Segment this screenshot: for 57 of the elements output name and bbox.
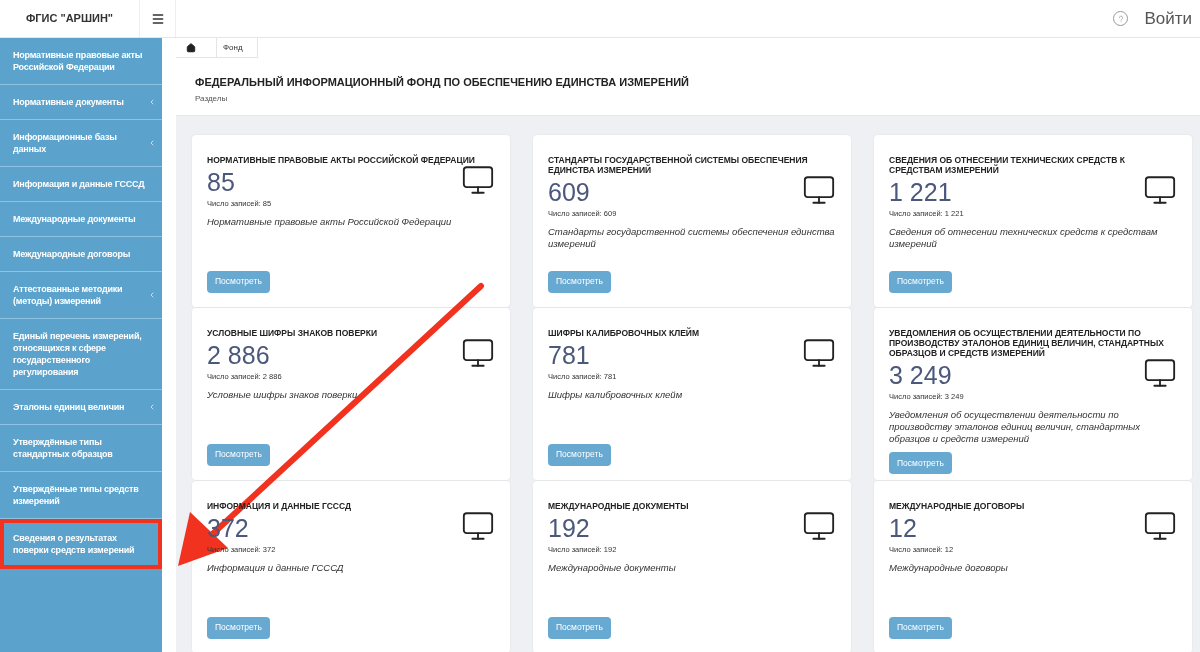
card-title: ШИФРЫ КАЛИБРОВОЧНЫХ КЛЕЙМ xyxy=(548,327,701,338)
chevron-icon xyxy=(148,139,156,147)
sidebar-item[interactable]: Нормативные правовые акты Российской Федерации xyxy=(0,38,162,85)
view-button[interactable]: Посмотреть xyxy=(207,443,270,466)
record-count: 192 xyxy=(548,512,590,543)
sidebar-item[interactable]: Утверждённые типы средств измерений xyxy=(0,472,162,519)
card-description: Международные документы xyxy=(548,561,677,574)
record-count: 609 xyxy=(548,176,590,207)
card-description: Информация и данные ГСССД xyxy=(207,561,345,574)
card-title: УСЛОВНЫЕ ШИФРЫ ЗНАКОВ ПОВЕРКИ xyxy=(207,327,379,338)
sidebar-item[interactable]: Международные договоры xyxy=(0,237,162,272)
view-button[interactable]: Посмотреть xyxy=(889,452,952,475)
breadcrumb-link[interactable]: Фонд xyxy=(216,38,257,57)
sidebar-item[interactable]: Международные документы xyxy=(0,202,162,237)
home-icon[interactable] xyxy=(186,42,196,53)
card-description: Нормативные правовые акты Российской Федерации xyxy=(207,215,453,228)
sidebar-item[interactable]: Сведения о результатах поверки средств измерений xyxy=(0,519,162,569)
login-link[interactable]: Войти xyxy=(1144,5,1192,32)
menu-icon[interactable] xyxy=(150,11,165,26)
card-description: Стандарты государственной системы обеспечения единства измерений xyxy=(548,225,836,250)
chevron-icon xyxy=(148,98,156,106)
view-button[interactable]: Посмотреть xyxy=(207,270,270,293)
sidebar-item[interactable]: Информация и данные ГСССД xyxy=(0,167,162,202)
view-button[interactable]: Посмотреть xyxy=(889,616,952,639)
page-subtitle: Разделы xyxy=(195,92,229,105)
card-title: СТАНДАРТЫ ГОСУДАРСТВЕННОЙ СИСТЕМЫ ОБЕСПЕЧЕНИЯ ЕДИНСТВА ИЗМЕРЕНИЙ xyxy=(548,154,809,175)
record-count: 781 xyxy=(548,339,590,370)
brand-title: ФГИС "АРШИН" xyxy=(25,11,114,27)
view-button[interactable]: Посмотреть xyxy=(207,616,270,639)
card-title: УВЕДОМЛЕНИЯ ОБ ОСУЩЕСТВЛЕНИИ ДЕЯТЕЛЬНОСТИ ПО ПРОИЗВОДСТВУ ЭТАЛОНОВ ЕДИНИЦ ВЕЛИЧИН, СТАНДАРТНЫХ ОБРАЗЦОВ И СРЕДСТВ ИЗМЕРЕНИЙ xyxy=(889,327,1165,358)
card-description: Шифры калибровочных клейм xyxy=(548,388,684,401)
sidebar-item[interactable]: Единый перечень измерений, относящихся к сфере государственного регулирования xyxy=(0,319,162,390)
record-count: 3 249 xyxy=(889,359,952,390)
sidebar-item[interactable]: Аттестованные методики (методы) измерений xyxy=(0,272,162,319)
card-description: Уведомления об осуществлении деятельности по производству эталонов единиц величин, стандартных образцов и средств измерений xyxy=(889,408,1141,445)
view-button[interactable]: Посмотреть xyxy=(889,270,952,293)
sidebar-item[interactable]: Нормативные документы xyxy=(0,85,162,120)
view-button[interactable]: Посмотреть xyxy=(548,443,611,466)
card-description: Сведения об отнесении технических средств к средствам измерений xyxy=(889,225,1159,250)
record-count: 2 886 xyxy=(207,339,270,370)
sidebar-item[interactable]: Эталоны единиц величин xyxy=(0,390,162,425)
chevron-icon xyxy=(148,291,156,299)
sidebar-item[interactable]: Утверждённые типы стандартных образцов xyxy=(0,425,162,472)
view-button[interactable]: Посмотреть xyxy=(548,616,611,639)
view-button[interactable]: Посмотреть xyxy=(548,270,611,293)
card-description: Условные шифры знаков поверки xyxy=(207,388,359,401)
card-title: НОРМАТИВНЫЕ ПРАВОВЫЕ АКТЫ РОССИЙСКОЙ ФЕДЕРАЦИИ xyxy=(207,154,476,165)
page-title: ФЕДЕРАЛЬНЫЙ ИНФОРМАЦИОННЫЙ ФОНД ПО ОБЕСПЕЧЕНИЮ ЕДИНСТВА ИЗМЕРЕНИЙ xyxy=(195,75,690,90)
card-title: МЕЖДУНАРОДНЫЕ ДОКУМЕНТЫ xyxy=(548,500,690,511)
chevron-icon xyxy=(148,403,156,411)
record-count: 1 221 xyxy=(889,176,952,207)
record-count: 12 xyxy=(889,512,917,543)
card-description: Международные договоры xyxy=(889,561,1009,574)
record-count: 85 xyxy=(207,166,235,197)
card-title: СВЕДЕНИЯ ОБ ОТНЕСЕНИИ ТЕХНИЧЕСКИХ СРЕДСТВ К СРЕДСТВАМ ИЗМЕРЕНИЙ xyxy=(889,154,1126,175)
card-title: МЕЖДУНАРОДНЫЕ ДОГОВОРЫ xyxy=(889,500,1026,511)
sidebar-item[interactable]: Информационные базы данных xyxy=(0,120,162,167)
